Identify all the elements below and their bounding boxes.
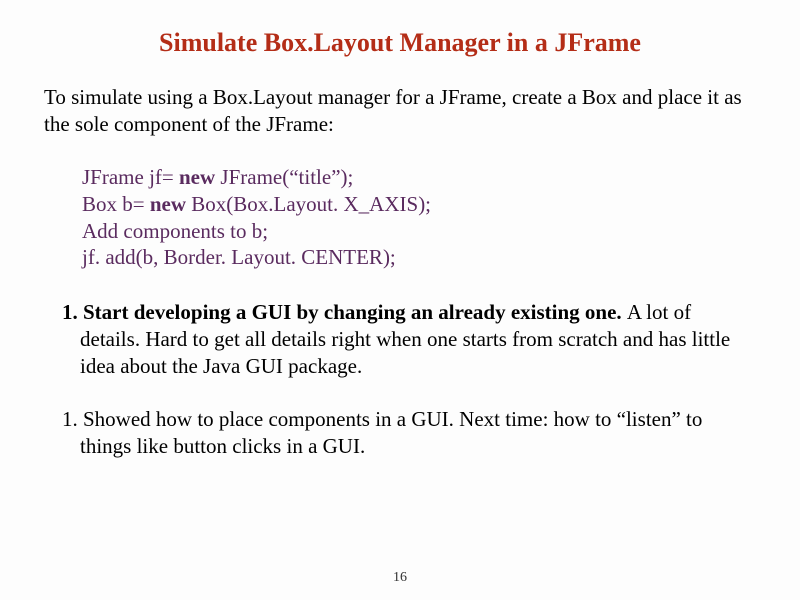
- intro-paragraph: To simulate using a Box.Layout manager f…: [44, 84, 756, 138]
- slide-title: Simulate Box.Layout Manager in a JFrame: [44, 28, 756, 58]
- paragraph-1: 1. Start developing a GUI by changing an…: [44, 299, 756, 380]
- paragraph-1-lead: 1. Start developing a GUI by changing an…: [62, 300, 627, 324]
- code-line-3: Add components to b;: [82, 218, 756, 245]
- slide-content: Simulate Box.Layout Manager in a JFrame …: [0, 0, 800, 460]
- paragraph-2: 1. Showed how to place components in a G…: [44, 406, 756, 460]
- code-line-4: jf. add(b, Border. Layout. CENTER);: [82, 244, 756, 271]
- code-block: JFrame jf= new JFrame(“title”); Box b= n…: [82, 164, 756, 272]
- code-line-2: Box b= new Box(Box.Layout. X_AXIS);: [82, 191, 756, 218]
- page-number: 16: [0, 570, 800, 586]
- code-line-1: JFrame jf= new JFrame(“title”);: [82, 164, 756, 191]
